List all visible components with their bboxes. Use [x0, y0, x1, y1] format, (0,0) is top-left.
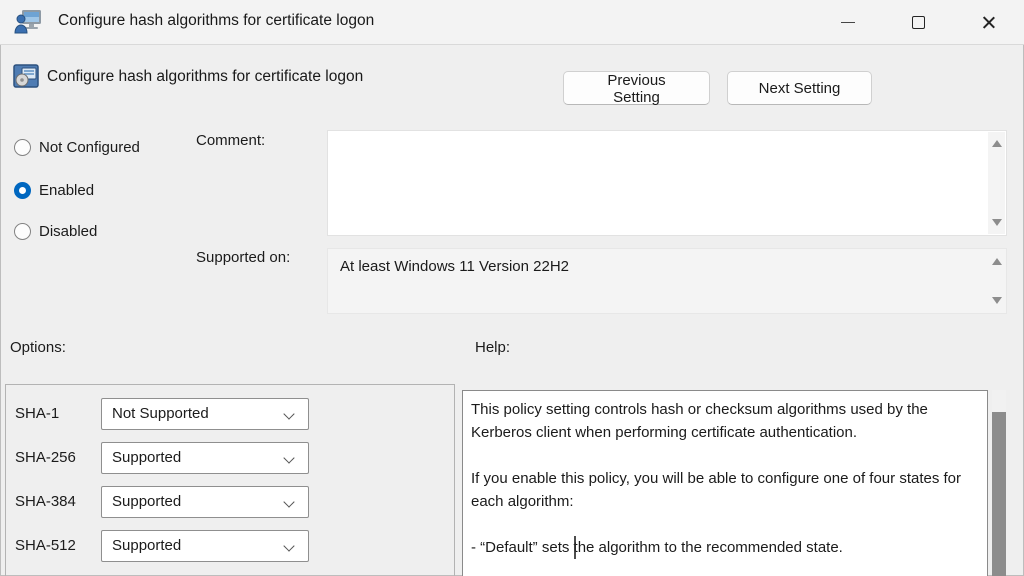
minimize-icon [841, 22, 855, 23]
scroll-down-icon[interactable] [992, 297, 1002, 304]
option-row-sha1: SHA-1 Not Supported [6, 398, 454, 430]
maximize-icon [912, 16, 925, 29]
setting-title: Configure hash algorithms for certificat… [47, 68, 363, 86]
radio-disabled[interactable]: Disabled [14, 221, 97, 241]
chevron-down-icon [283, 452, 294, 463]
help-text-area[interactable]: This policy setting controls hash or che… [462, 390, 988, 576]
radio-enabled[interactable]: Enabled [14, 180, 94, 200]
supported-on-box[interactable]: At least Windows 11 Version 22H2 [327, 248, 1007, 314]
previous-setting-button[interactable]: Previous Setting [563, 71, 710, 105]
help-paragraph: This policy setting controls hash or che… [471, 398, 977, 444]
next-setting-button[interactable]: Next Setting [727, 71, 872, 105]
help-label: Help: [475, 339, 510, 356]
comment-scrollbar[interactable] [988, 132, 1005, 234]
close-icon [981, 15, 996, 30]
radio-label: Disabled [39, 223, 97, 240]
radio-not-configured[interactable]: Not Configured [14, 137, 140, 157]
sha1-label: SHA-1 [15, 405, 59, 422]
supported-on-label: Supported on: [196, 249, 290, 266]
option-row-sha512: SHA-512 Supported [6, 530, 454, 562]
policy-setting-icon [13, 63, 39, 89]
scroll-down-icon[interactable] [992, 219, 1002, 226]
chevron-down-icon [283, 540, 294, 551]
sha256-dropdown-value: Supported [112, 449, 181, 466]
close-button[interactable] [965, 0, 1011, 45]
options-panel: SHA-1 Not Supported SHA-256 Supported SH… [5, 384, 455, 576]
help-scrollbar[interactable] [992, 390, 1006, 576]
chevron-down-icon [283, 496, 294, 507]
comment-input[interactable] [328, 131, 988, 235]
scroll-up-icon[interactable] [992, 140, 1002, 147]
sha384-dropdown-value: Supported [112, 493, 181, 510]
text-cursor [574, 536, 576, 559]
sha1-dropdown-value: Not Supported [112, 405, 209, 422]
maximize-button[interactable] [895, 0, 941, 45]
options-label: Options: [10, 339, 66, 356]
window-title: Configure hash algorithms for certificat… [58, 12, 374, 30]
sha384-dropdown[interactable]: Supported [101, 486, 309, 518]
chevron-down-icon [283, 408, 294, 419]
user-computer-icon [14, 9, 42, 35]
radio-label: Not Configured [39, 139, 140, 156]
radio-circle [14, 223, 31, 240]
radio-label: Enabled [39, 182, 94, 199]
comment-box [327, 130, 1007, 236]
sha512-dropdown[interactable]: Supported [101, 530, 309, 562]
minimize-button[interactable] [825, 0, 871, 45]
help-paragraph: If you enable this policy, you will be a… [471, 467, 977, 513]
sha1-dropdown[interactable]: Not Supported [101, 398, 309, 430]
comment-label: Comment: [196, 132, 265, 149]
sha256-dropdown[interactable]: Supported [101, 442, 309, 474]
titlebar: Configure hash algorithms for certificat… [0, 0, 1024, 45]
option-row-sha384: SHA-384 Supported [6, 486, 454, 518]
supported-scrollbar[interactable] [988, 250, 1005, 312]
help-paragraph: - “Default” sets the algorithm to the re… [471, 536, 977, 559]
radio-circle-selected [14, 182, 31, 199]
option-row-sha256: SHA-256 Supported [6, 442, 454, 474]
supported-on-value: At least Windows 11 Version 22H2 [340, 258, 569, 275]
radio-circle [14, 139, 31, 156]
policy-dialog-window: Configure hash algorithms for certificat… [0, 0, 1024, 576]
help-scrollbar-thumb[interactable] [992, 412, 1006, 576]
scroll-up-icon[interactable] [992, 258, 1002, 265]
sha384-label: SHA-384 [15, 493, 76, 510]
sha512-label: SHA-512 [15, 537, 76, 554]
sha512-dropdown-value: Supported [112, 537, 181, 554]
sha256-label: SHA-256 [15, 449, 76, 466]
